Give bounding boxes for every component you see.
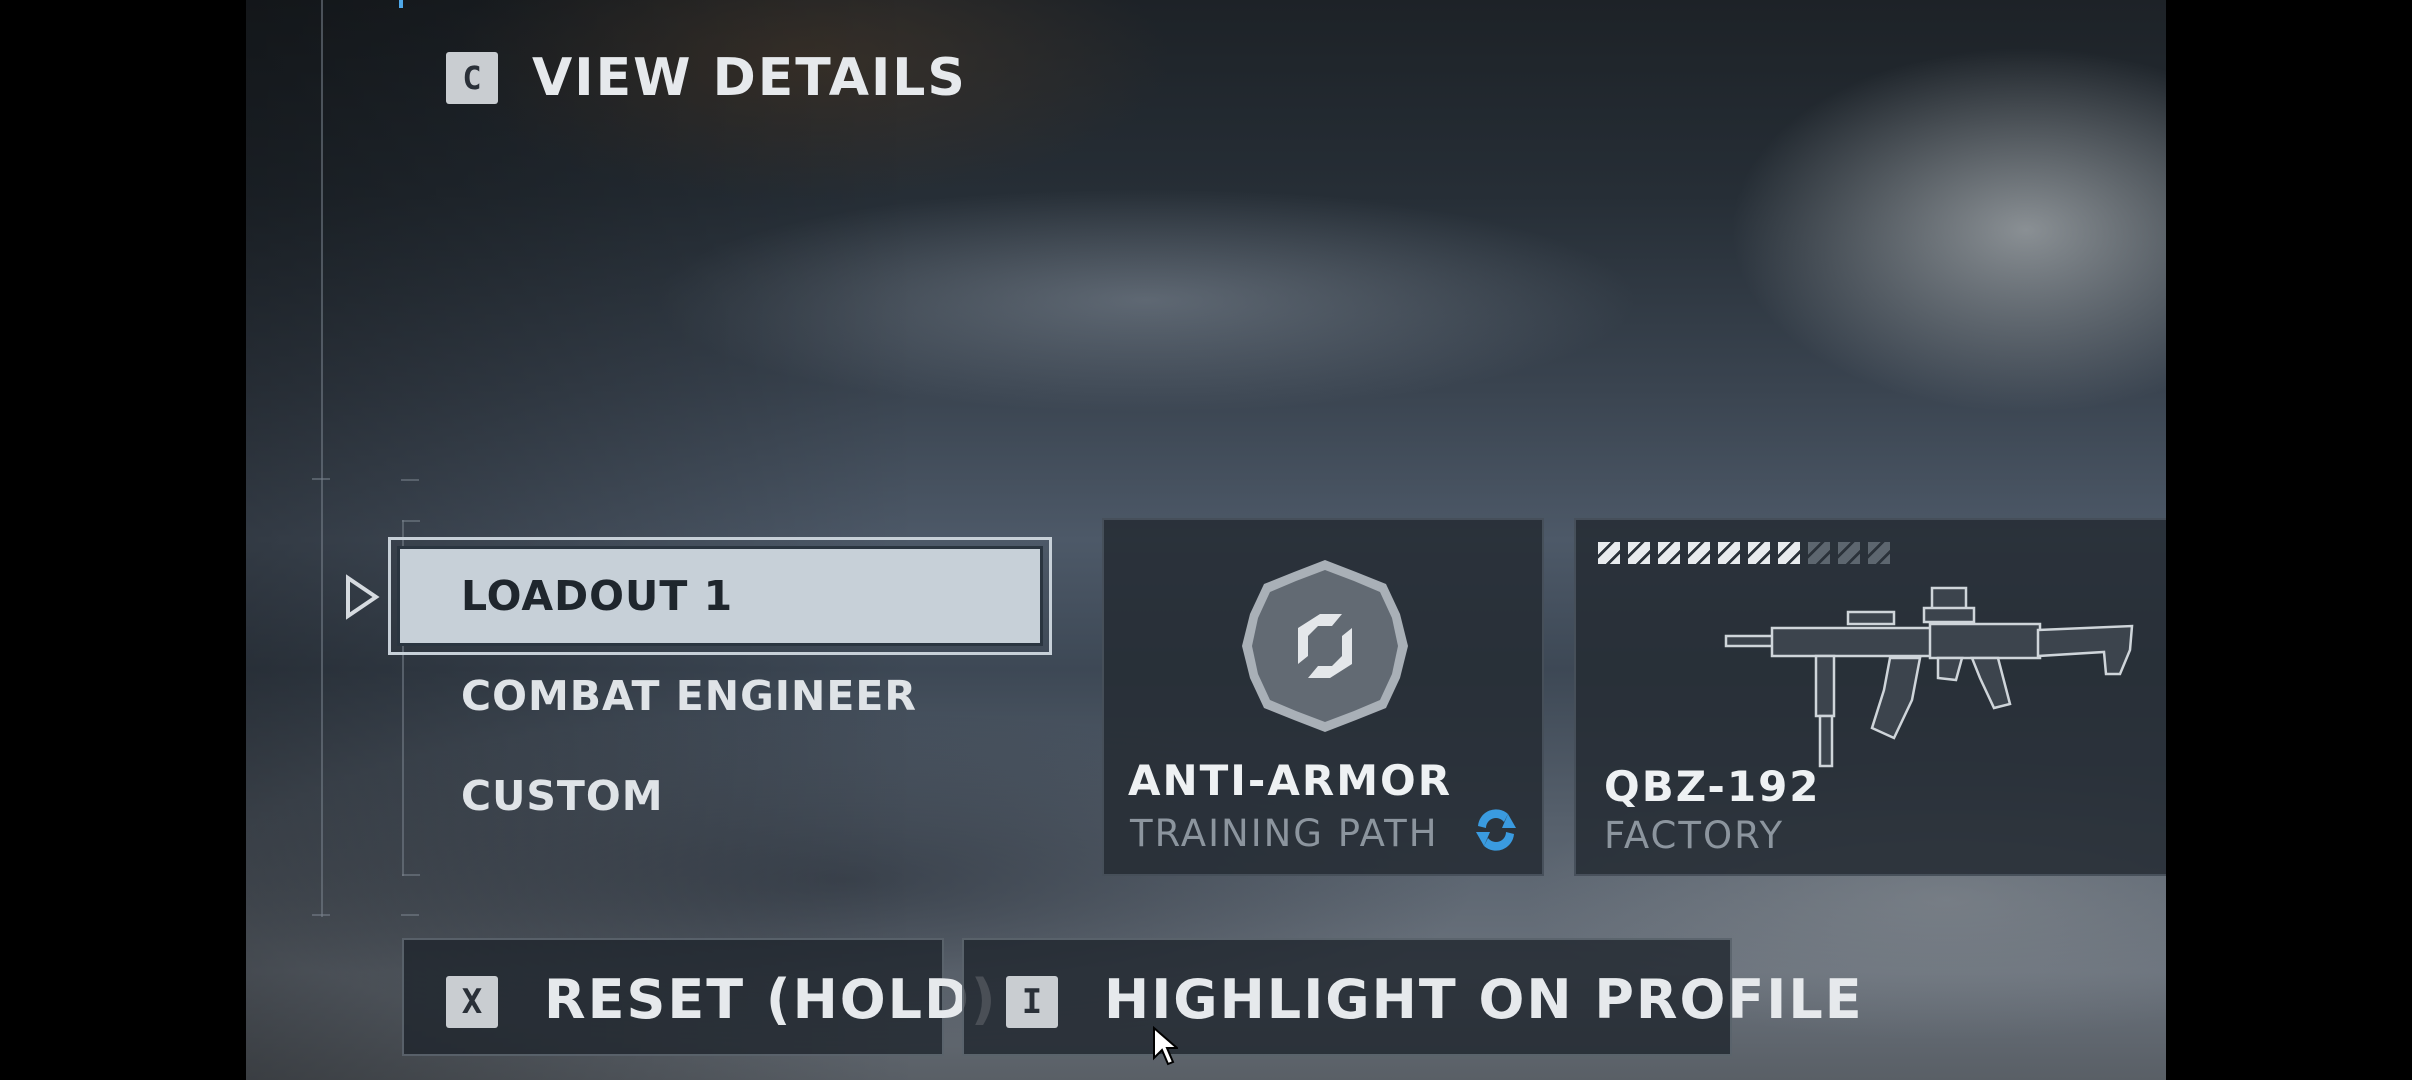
progress-segment [1658, 542, 1680, 564]
loadout-item-label: CUSTOM [461, 772, 664, 820]
training-path-card[interactable]: ANTI-ARMOR TRAINING PATH [1102, 518, 1544, 876]
game-screen: C VIEW DETAILS LOADOUT 1 COMBAT ENGINEER… [0, 0, 2412, 1080]
view-details-action[interactable]: C VIEW DETAILS [446, 40, 965, 120]
frame-tick-bottom [312, 914, 330, 916]
progress-segment [1868, 542, 1890, 564]
view-details-label: VIEW DETAILS [532, 48, 967, 108]
reset-hold-label: RESET (HOLD) [544, 968, 998, 1031]
reset-hold-button[interactable]: X RESET (HOLD) [402, 938, 996, 1056]
weapon-subtitle: FACTORY [1604, 814, 1785, 857]
assault-rifle-icon [1724, 586, 2134, 768]
frame-tick-bottom-right [401, 914, 419, 916]
refresh-cycle-icon [1476, 809, 1516, 851]
frame-tick-top-right [401, 479, 419, 481]
loadout-item-combat-engineer[interactable]: COMBAT ENGINEER [397, 646, 1043, 746]
progress-segment [1598, 542, 1620, 564]
mouse-cursor-icon [1153, 1026, 1178, 1066]
loadout-item-loadout-1[interactable]: LOADOUT 1 [388, 537, 1052, 655]
training-path-subtitle: TRAINING PATH [1130, 812, 1439, 855]
frame-tick-top [312, 478, 330, 480]
highlight-on-profile-label: HIGHLIGHT ON PROFILE [1104, 968, 1864, 1031]
list-bracket-top [402, 520, 420, 522]
progress-segment [1838, 542, 1860, 564]
loadout-item-label: COMBAT ENGINEER [461, 672, 917, 720]
progress-segment [1628, 542, 1650, 564]
key-x-icon: X [446, 976, 498, 1028]
loadout-item-custom[interactable]: CUSTOM [397, 746, 1043, 846]
highlight-on-profile-button[interactable]: I HIGHLIGHT ON PROFILE [962, 938, 1862, 1056]
loadout-item-label: LOADOUT 1 [461, 572, 734, 620]
frame-vertical-line [321, 0, 323, 917]
key-i-icon: I [1006, 976, 1058, 1028]
training-path-title: ANTI-ARMOR [1128, 756, 1453, 805]
selection-arrow-icon [346, 574, 380, 620]
weapon-title: QBZ-192 [1604, 762, 1821, 811]
key-c-icon: C [446, 52, 498, 104]
list-bracket-bottom [402, 874, 420, 876]
progress-segment [1748, 542, 1770, 564]
game-viewport: C VIEW DETAILS LOADOUT 1 COMBAT ENGINEER… [246, 0, 2166, 1080]
weapon-mastery-progress [1598, 520, 1898, 580]
progress-segment [1808, 542, 1830, 564]
training-path-emblem-icon [1242, 560, 1408, 732]
progress-segment [1688, 542, 1710, 564]
weapon-card[interactable]: QBZ-192 FACTORY [1574, 518, 2166, 876]
progress-segment [1718, 542, 1740, 564]
progress-segment [1778, 542, 1800, 564]
top-accent-tick [399, 0, 403, 8]
